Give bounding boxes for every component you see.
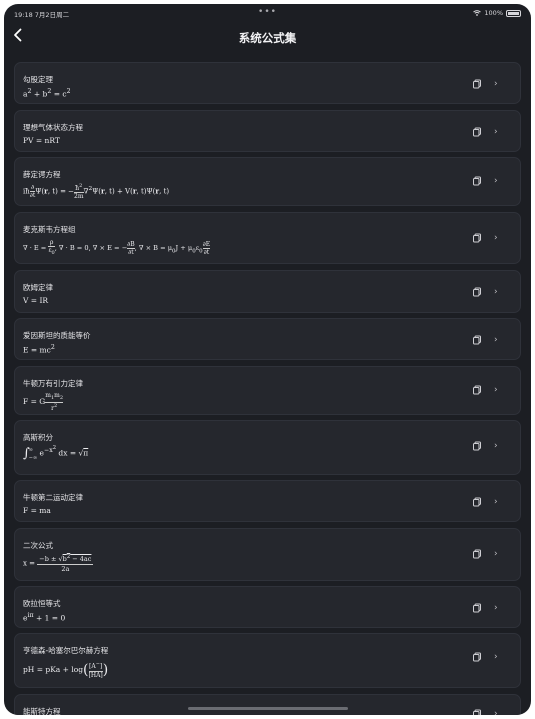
formula-card[interactable]: 牛顿第二运动定律 F = ma ›: [14, 480, 521, 522]
formula-name: 二次公式: [23, 541, 53, 550]
formula-name: 欧姆定律: [23, 283, 53, 292]
formula-card[interactable]: 勾股定理 a2 + b2 = c2 ›: [14, 62, 521, 104]
formula-expression: pH = pKa + log([A−] [HA]): [23, 661, 109, 679]
formula-expression: ∫ ∞ −∞ e−x2 dx = √π: [23, 445, 89, 462]
copy-icon[interactable]: [472, 441, 482, 451]
chevron-right-icon[interactable]: ›: [494, 79, 502, 89]
formula-card[interactable]: 亨德森-哈塞尔巴尔赫方程 pH = pKa + log([A−] [HA]) ›: [14, 633, 521, 688]
formula-card[interactable]: 欧姆定律 V = IR ›: [14, 270, 521, 313]
copy-icon[interactable]: [472, 549, 482, 559]
chevron-right-icon[interactable]: ›: [494, 127, 502, 137]
formula-card[interactable]: 二次公式 x = −b ± √b2 − 4ac 2a ›: [14, 528, 521, 581]
formula-name: 麦克斯韦方程组: [23, 225, 76, 234]
copy-icon[interactable]: [472, 335, 482, 345]
formula-expression: F = ma: [23, 506, 51, 515]
copy-icon[interactable]: [472, 603, 482, 613]
chevron-right-icon[interactable]: ›: [494, 233, 502, 243]
chevron-right-icon[interactable]: ›: [494, 335, 502, 345]
home-indicator[interactable]: [188, 707, 348, 710]
battery-icon: [506, 9, 521, 17]
formula-card[interactable]: 高斯积分 ∫ ∞ −∞ e−x2 dx = √π ›: [14, 420, 521, 475]
navigation-bar: 系统公式集: [4, 22, 531, 52]
formula-name: 能斯特方程: [23, 707, 61, 715]
copy-icon[interactable]: [472, 176, 482, 186]
formula-expression: V = IR: [23, 296, 49, 305]
status-bar: 19:18 7月2日周二 ••• 100%: [4, 4, 531, 20]
chevron-right-icon[interactable]: ›: [494, 709, 502, 715]
formula-expression: eiπ + 1 = 0: [23, 612, 66, 623]
copy-icon[interactable]: [472, 233, 482, 243]
formula-expression: iħ ∂ ∂t Ψ(r, t) = − ħ2 2m ∇2Ψ(r, t) + V(r, t)Ψ…: [23, 183, 170, 200]
formula-expression: ∇ · E = ρ ε0, ∇ · B = 0, ∇ × E = − ∂B ∂t, ∇…: [23, 239, 211, 257]
status-right: 100%: [473, 9, 521, 17]
chevron-right-icon[interactable]: ›: [494, 287, 502, 297]
chevron-right-icon[interactable]: ›: [494, 385, 502, 395]
formula-expression: x = −b ± √b2 − 4ac 2a: [23, 554, 94, 574]
copy-icon[interactable]: [472, 652, 482, 662]
copy-icon[interactable]: [472, 127, 482, 137]
multitask-dots[interactable]: •••: [4, 7, 531, 17]
copy-icon[interactable]: [472, 287, 482, 297]
chevron-right-icon[interactable]: ›: [494, 441, 502, 451]
chevron-right-icon[interactable]: ›: [494, 176, 502, 186]
formula-name: 牛顿第二运动定律: [23, 493, 83, 502]
formula-card[interactable]: 麦克斯韦方程组 ∇ · E = ρ ε0, ∇ · B = 0, ∇ × E = …: [14, 212, 521, 264]
formula-card[interactable]: 欧拉恒等式 eiπ + 1 = 0 ›: [14, 586, 521, 628]
chevron-right-icon[interactable]: ›: [494, 603, 502, 613]
copy-icon[interactable]: [472, 385, 482, 395]
formula-name: 爱因斯坦的质能等价: [23, 331, 91, 340]
copy-icon[interactable]: [472, 79, 482, 89]
formula-name: 理想气体状态方程: [23, 123, 83, 132]
formula-expression: PV = nRT: [23, 136, 60, 145]
formula-card[interactable]: 爱因斯坦的质能等价 E = mc2 ›: [14, 318, 521, 360]
app-window: 19:18 7月2日周二 ••• 100% 系统公式集 勾股定理 a2 + b2…: [4, 4, 531, 715]
wifi-icon: [473, 10, 482, 16]
formula-name: 薛定谔方程: [23, 170, 61, 179]
formula-card[interactable]: 牛顿万有引力定律 F = Gm1m2 r2 ›: [14, 366, 521, 415]
formula-card[interactable]: 薛定谔方程 iħ ∂ ∂t Ψ(r, t) = − ħ2 2m ∇2Ψ(r, t) + V(…: [14, 157, 521, 206]
formula-name: 牛顿万有引力定律: [23, 379, 83, 388]
copy-icon[interactable]: [472, 497, 482, 507]
chevron-right-icon[interactable]: ›: [494, 497, 502, 507]
battery-percent: 100%: [484, 9, 503, 17]
formula-expression: F = Gm1m2 r2: [23, 392, 64, 413]
formula-card[interactable]: 理想气体状态方程 PV = nRT ›: [14, 110, 521, 152]
formula-name: 欧拉恒等式: [23, 599, 61, 608]
copy-icon[interactable]: [472, 709, 482, 715]
formula-name: 高斯积分: [23, 433, 53, 442]
formula-name: 勾股定理: [23, 75, 53, 84]
formula-name: 亨德森-哈塞尔巴尔赫方程: [23, 646, 109, 655]
page-title: 系统公式集: [238, 31, 297, 45]
formula-expression: a2 + b2 = c2: [23, 88, 71, 99]
formula-expression: E = mc2: [23, 344, 55, 355]
formula-card[interactable]: 能斯特方程 ›: [14, 694, 521, 715]
chevron-right-icon[interactable]: ›: [494, 652, 502, 662]
chevron-right-icon[interactable]: ›: [494, 549, 502, 559]
